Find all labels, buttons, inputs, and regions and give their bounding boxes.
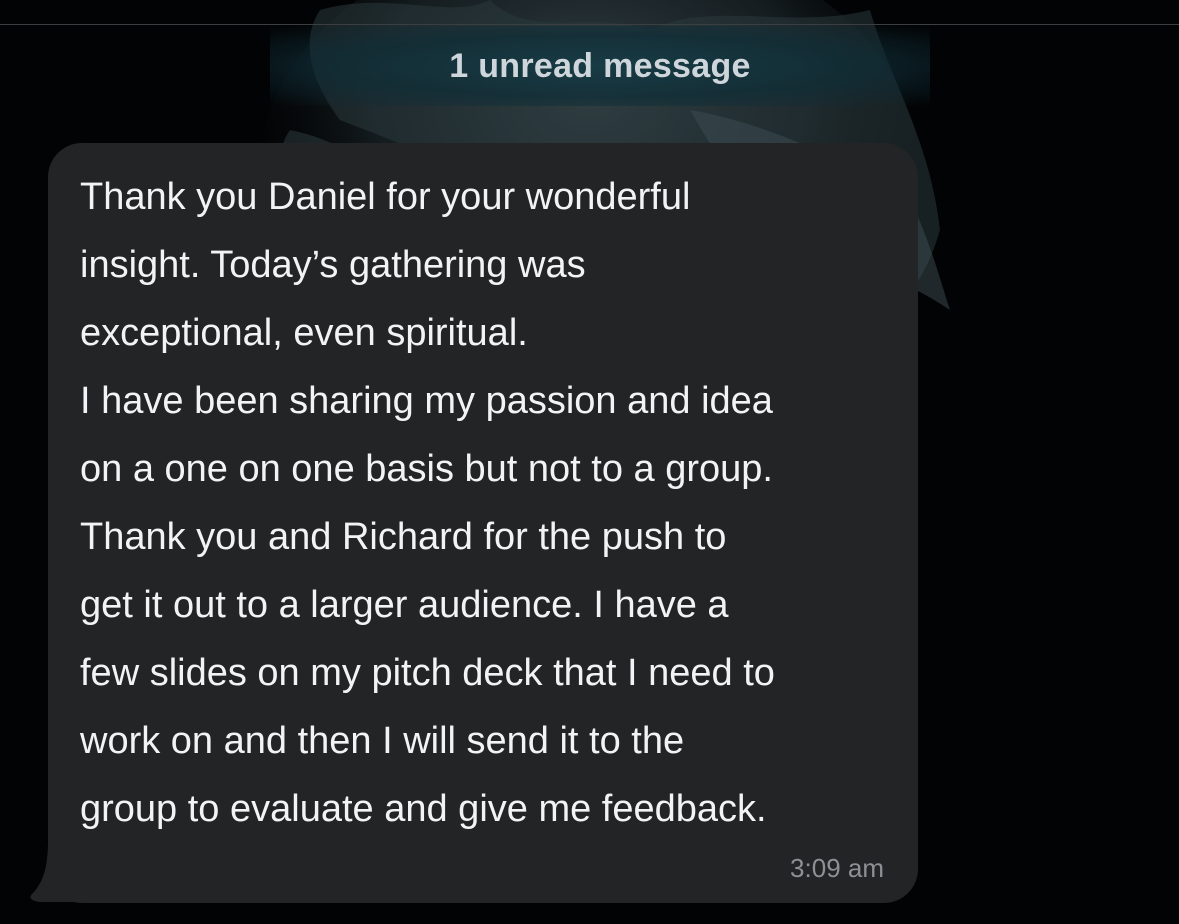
top-divider bbox=[0, 24, 1179, 25]
message-timestamp: 3:09 am bbox=[790, 853, 884, 883]
message-line: insight. Today’s gathering was bbox=[80, 244, 586, 286]
message-text: Thank you Daniel for your wonderful insi… bbox=[80, 163, 900, 843]
message-line: Thank you and Richard for the push to bbox=[80, 516, 727, 558]
message-line: work on and then I will send it to the bbox=[80, 720, 685, 762]
message-line: get it out to a larger audience. I have … bbox=[80, 584, 729, 626]
unread-messages-banner: 1 unread message bbox=[270, 26, 930, 106]
message-line: Thank you Daniel for your wonderful bbox=[80, 176, 691, 218]
message-line: group to evaluate and give me feedback. bbox=[80, 788, 767, 830]
message-line: few slides on my pitch deck that I need … bbox=[80, 652, 775, 694]
message-line: on a one on one basis but not to a group… bbox=[80, 448, 773, 490]
chat-screen: 1 unread message Thank you Daniel for yo… bbox=[0, 0, 1179, 924]
message-line: exceptional, even spiritual. bbox=[80, 312, 528, 354]
message-line: I have been sharing my passion and idea bbox=[80, 380, 773, 422]
unread-messages-label: 1 unread message bbox=[449, 46, 751, 85]
